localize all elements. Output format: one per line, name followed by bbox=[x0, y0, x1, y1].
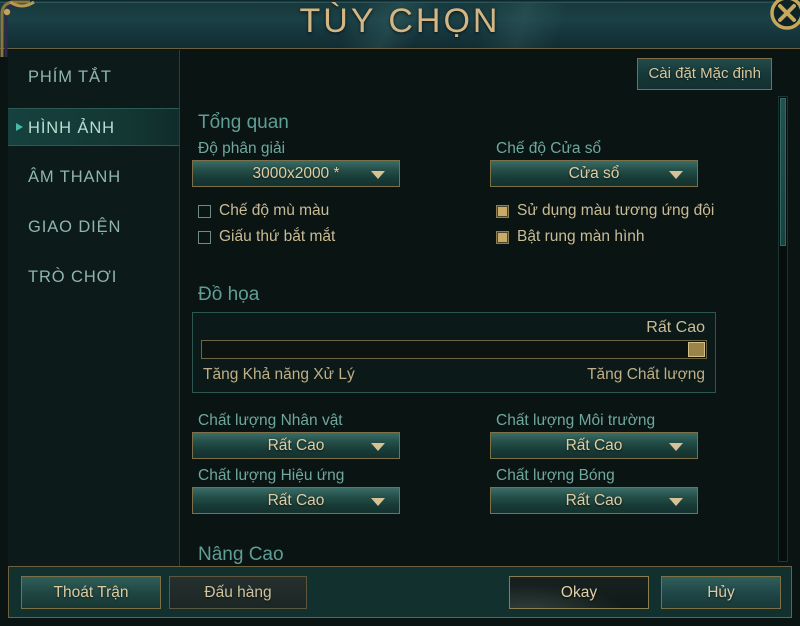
window-mode-value: Cửa sổ bbox=[568, 165, 620, 182]
resolution-label: Độ phân giải bbox=[198, 140, 286, 157]
sidebar-item-label: HÌNH ẢNH bbox=[28, 119, 115, 137]
graphics-quality-level: Rất Cao bbox=[646, 319, 705, 336]
sidebar-item-hotkeys[interactable]: PHÍM TẮT bbox=[8, 58, 179, 96]
checkbox-box-icon bbox=[198, 230, 211, 244]
slider-handle[interactable] bbox=[688, 342, 705, 357]
effects-quality-select[interactable]: Rất Cao bbox=[192, 487, 400, 514]
section-title-graphics: Đồ họa bbox=[198, 284, 260, 305]
shadow-quality-label: Chất lượng Bóng bbox=[496, 467, 615, 484]
checkbox-team-colors[interactable]: Sử dụng màu tương ứng đội bbox=[496, 198, 714, 224]
chevron-down-icon bbox=[669, 497, 683, 506]
sidebar: PHÍM TẮT HÌNH ẢNH ÂM THANH GIAO DIỆN TRÒ… bbox=[8, 50, 180, 566]
checkbox-label: Sử dụng màu tương ứng đội bbox=[517, 202, 715, 219]
window-mode-select[interactable]: Cửa sổ bbox=[490, 160, 698, 187]
section-title-advanced: Nâng Cao bbox=[198, 544, 284, 565]
settings-scroll-area: Tổng quan Độ phân giải 3000x2000 * Chế đ… bbox=[180, 96, 792, 566]
shadow-quality-select[interactable]: Rất Cao bbox=[490, 487, 698, 514]
shadow-quality-value: Rất Cao bbox=[565, 492, 623, 509]
resolution-select[interactable]: 3000x2000 * bbox=[192, 160, 400, 187]
chevron-down-icon bbox=[669, 442, 683, 451]
options-window: TÙY CHỌN PHÍM TẮT HÌNH ẢNH ÂM THANH GIAO… bbox=[0, 0, 800, 626]
chevron-down-icon bbox=[669, 170, 683, 179]
environment-quality-select[interactable]: Rất Cao bbox=[490, 432, 698, 459]
graphics-quality-panel: Rất Cao Tăng Khả năng Xử Lý Tăng Chất lư… bbox=[192, 312, 716, 393]
restore-defaults-button[interactable]: Cài đặt Mặc định bbox=[637, 58, 772, 90]
scrollbar-thumb[interactable] bbox=[780, 98, 786, 246]
checkbox-box-checked-icon bbox=[496, 230, 509, 244]
character-quality-value: Rất Cao bbox=[267, 437, 325, 454]
environment-quality-group: Chất lượng Môi trường Rất Cao bbox=[490, 412, 698, 459]
sidebar-item-video[interactable]: HÌNH ẢNH bbox=[8, 108, 179, 146]
quit-game-button[interactable]: Thoát Trận bbox=[21, 576, 161, 609]
sidebar-item-game[interactable]: TRÒ CHƠI bbox=[8, 258, 179, 296]
window-header: TÙY CHỌN bbox=[0, 0, 800, 57]
checkbox-box-icon bbox=[198, 204, 211, 218]
resolution-value: 3000x2000 * bbox=[252, 165, 340, 182]
chevron-down-icon bbox=[371, 497, 385, 506]
defaults-row: Cài đặt Mặc định bbox=[637, 58, 772, 90]
page-title: TÙY CHỌN bbox=[299, 2, 501, 40]
checkbox-group-left: Chế độ mù màu Giấu thứ bắt mắt bbox=[192, 198, 335, 250]
environment-quality-label: Chất lượng Môi trường bbox=[496, 412, 656, 429]
sidebar-item-interface[interactable]: GIAO DIỆN bbox=[8, 208, 179, 246]
character-quality-group: Chất lượng Nhân vật Rất Cao bbox=[192, 412, 400, 459]
shadow-quality-group: Chất lượng Bóng Rất Cao bbox=[490, 467, 698, 514]
settings-pane: Cài đặt Mặc định Tổng quan Độ phân giải … bbox=[180, 50, 792, 566]
effects-quality-value: Rất Cao bbox=[267, 492, 325, 509]
checkbox-label: Chế độ mù màu bbox=[219, 202, 330, 219]
window-mode-label: Chế độ Cửa sổ bbox=[496, 140, 602, 157]
effects-quality-label: Chất lượng Hiệu ứng bbox=[198, 467, 345, 484]
surrender-button[interactable]: Đấu hàng bbox=[169, 576, 307, 609]
sidebar-item-label: GIAO DIỆN bbox=[28, 218, 122, 236]
checkbox-label: Giấu thứ bắt mắt bbox=[219, 228, 336, 245]
effects-quality-group: Chất lượng Hiệu ứng Rất Cao bbox=[192, 467, 400, 514]
sidebar-item-label: TRÒ CHƠI bbox=[28, 268, 118, 286]
footer-bar: Thoát Trận Đấu hàng Okay Hủy bbox=[8, 566, 792, 618]
character-quality-select[interactable]: Rất Cao bbox=[192, 432, 400, 459]
slider-label-performance: Tăng Khả năng Xử Lý bbox=[203, 366, 355, 383]
okay-button[interactable]: Okay bbox=[509, 576, 649, 609]
slider-label-quality: Tăng Chất lượng bbox=[587, 366, 705, 383]
chevron-down-icon bbox=[371, 442, 385, 451]
checkbox-label: Bật rung màn hình bbox=[517, 228, 645, 245]
section-title-overview: Tổng quan bbox=[198, 112, 289, 133]
character-quality-label: Chất lượng Nhân vật bbox=[198, 412, 343, 429]
chevron-down-icon bbox=[371, 170, 385, 179]
checkbox-group-right: Sử dụng màu tương ứng đội Bật rung màn h… bbox=[490, 198, 714, 250]
checkbox-hide-eye-candy[interactable]: Giấu thứ bắt mắt bbox=[198, 224, 335, 250]
checkbox-colorblind[interactable]: Chế độ mù màu bbox=[198, 198, 335, 224]
window-mode-group: Chế độ Cửa sổ Cửa sổ bbox=[490, 140, 698, 187]
cancel-button[interactable]: Hủy bbox=[661, 576, 781, 609]
environment-quality-value: Rất Cao bbox=[565, 437, 623, 454]
slider-endpoints: Tăng Khả năng Xử Lý Tăng Chất lượng bbox=[193, 359, 715, 392]
settings-scrollbar[interactable] bbox=[778, 96, 788, 562]
checkbox-screen-shake[interactable]: Bật rung màn hình bbox=[496, 224, 714, 250]
sidebar-item-label: PHÍM TẮT bbox=[28, 68, 112, 86]
sidebar-item-audio[interactable]: ÂM THANH bbox=[8, 158, 179, 196]
resolution-group: Độ phân giải 3000x2000 * bbox=[192, 140, 400, 187]
graphics-quality-slider[interactable] bbox=[201, 340, 707, 359]
close-icon[interactable] bbox=[764, 0, 800, 36]
checkbox-box-checked-icon bbox=[496, 204, 509, 218]
chevron-right-icon bbox=[16, 123, 23, 131]
sidebar-item-label: ÂM THANH bbox=[28, 168, 122, 186]
